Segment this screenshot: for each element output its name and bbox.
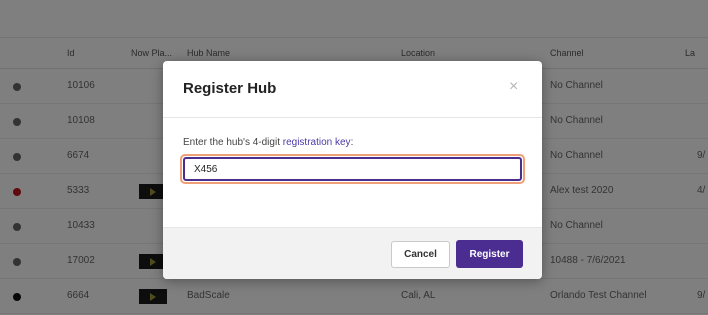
registration-key-focus-ring: [180, 154, 525, 184]
dialog-title: Register Hub: [183, 80, 277, 97]
dialog-footer: Cancel Register: [163, 227, 542, 279]
register-button[interactable]: Register: [456, 240, 523, 268]
close-icon[interactable]: ×: [509, 78, 518, 96]
dialog-header: Register Hub ×: [163, 61, 542, 118]
prompt-colon: :: [350, 137, 354, 148]
prompt-text: Enter the hub's 4-digit: [183, 137, 283, 148]
dialog-body: Enter the hub's 4-digit registration key…: [163, 118, 542, 228]
registration-key-link[interactable]: registration key: [283, 137, 351, 148]
registration-key-input[interactable]: [183, 157, 522, 181]
cancel-button[interactable]: Cancel: [391, 241, 450, 268]
registration-key-prompt: Enter the hub's 4-digit registration key…: [183, 137, 353, 148]
register-hub-dialog: Register Hub × Enter the hub's 4-digit r…: [163, 61, 542, 279]
